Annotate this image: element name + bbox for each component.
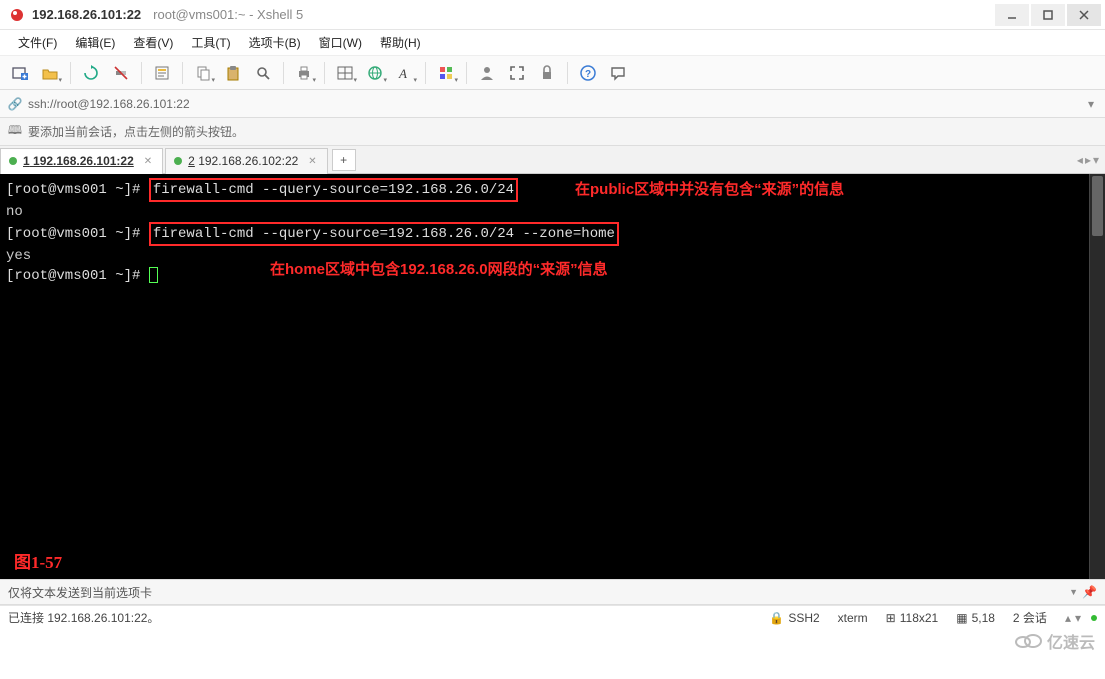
help-button[interactable]: ? <box>574 60 602 86</box>
status-dot-icon <box>9 157 17 165</box>
tabs-bar: 1 192.168.26.101:22 ✕ 2 192.168.26.102:2… <box>0 146 1105 174</box>
bookmark-icon[interactable]: 🕮 <box>6 121 24 142</box>
toolbar: A ? <box>0 56 1105 90</box>
reconnect-button[interactable] <box>77 60 105 86</box>
font-button[interactable]: A <box>391 60 419 86</box>
tab-session-2[interactable]: 2 192.168.26.102:22 ✕ <box>165 148 328 174</box>
watermark-text: 亿速云 <box>1047 629 1095 653</box>
dest-text: 仅将文本发送到当前选项卡 <box>8 584 152 601</box>
menu-file[interactable]: 文件(F) <box>10 31 65 54</box>
send-destination-bar: 仅将文本发送到当前选项卡 ▼ 📌 <box>0 579 1105 605</box>
figure-label: 图1-57 <box>14 548 62 573</box>
color-button[interactable] <box>432 60 460 86</box>
pin-icon[interactable]: 📌 <box>1082 585 1097 599</box>
close-icon[interactable]: ✕ <box>308 156 316 167</box>
separator-icon <box>70 62 71 84</box>
output-1: no <box>6 202 1083 222</box>
tab-list-icon[interactable]: ▾ <box>1093 153 1099 167</box>
status-bar: 已连接 192.168.26.101:22。 🔒 SSH2 xterm ⊞ 118x… <box>0 605 1105 629</box>
encoding-button[interactable] <box>361 60 389 86</box>
cursor-icon <box>149 267 158 283</box>
new-tab-button[interactable]: + <box>332 149 356 171</box>
title-sub: root@vms001:~ - Xshell 5 <box>153 7 303 22</box>
app-icon <box>8 6 26 24</box>
menu-tabs[interactable]: 选项卡(B) <box>241 31 309 54</box>
command-1: firewall-cmd --query-source=192.168.26.0… <box>149 178 518 202</box>
copy-button[interactable] <box>189 60 217 86</box>
close-button[interactable] <box>1067 4 1101 26</box>
minimize-button[interactable] <box>995 4 1029 26</box>
lock-icon: 🔒 <box>769 611 784 625</box>
properties-button[interactable] <box>148 60 176 86</box>
menu-edit[interactable]: 编辑(E) <box>67 31 123 54</box>
address-bar[interactable]: 🔗 ssh://root@192.168.26.101:22 ▾ <box>0 90 1105 118</box>
scrollbar-thumb[interactable] <box>1092 176 1103 236</box>
menubar: 文件(F) 编辑(E) 查看(V) 工具(T) 选项卡(B) 窗口(W) 帮助(… <box>0 30 1105 56</box>
tab-prev-icon[interactable]: ◂ <box>1077 153 1083 167</box>
separator-icon <box>324 62 325 84</box>
terminal-scrollbar[interactable] <box>1089 174 1105 579</box>
annotation-1: 在public区域中并没有包含“来源”的信息 <box>575 178 844 199</box>
status-size: 118x21 <box>900 611 938 625</box>
tab-session-1[interactable]: 1 192.168.26.101:22 ✕ <box>0 148 163 174</box>
layout-button[interactable] <box>331 60 359 86</box>
menu-view[interactable]: 查看(V) <box>125 31 181 54</box>
lock-button[interactable] <box>533 60 561 86</box>
menu-help[interactable]: 帮助(H) <box>372 31 429 54</box>
chevron-up-icon[interactable]: ▴ <box>1065 611 1071 625</box>
user-button[interactable] <box>473 60 501 86</box>
status-protocol: SSH2 <box>788 611 819 625</box>
tab2-prefix: 2 <box>188 154 195 168</box>
separator-icon <box>425 62 426 84</box>
menu-window[interactable]: 窗口(W) <box>311 31 370 54</box>
tab1-label: 192.168.26.101:22 <box>30 154 134 168</box>
terminal[interactable]: [root@vms001 ~]# firewall-cmd --query-so… <box>0 174 1105 579</box>
separator-icon <box>283 62 284 84</box>
separator-icon <box>182 62 183 84</box>
status-dot-icon <box>174 157 182 165</box>
disconnect-button[interactable] <box>107 60 135 86</box>
watermark: 亿速云 <box>1015 629 1095 653</box>
link-icon: 🔗 <box>6 97 24 111</box>
fullscreen-button[interactable] <box>503 60 531 86</box>
tab2-label: 192.168.26.102:22 <box>195 154 298 168</box>
find-button[interactable] <box>249 60 277 86</box>
feedback-button[interactable] <box>604 60 632 86</box>
address-text: ssh://root@192.168.26.101:22 <box>28 97 1083 111</box>
hint-bar: 🕮 要添加当前会话，点击左侧的箭头按钮。 <box>0 118 1105 146</box>
led-icon <box>1091 615 1097 621</box>
prompt: [root@vms001 ~]# <box>6 268 149 284</box>
prompt: [root@vms001 ~]# <box>6 226 149 242</box>
svg-text:A: A <box>398 66 407 81</box>
grid-icon: ⊞ <box>886 611 896 625</box>
hint-text: 要添加当前会话，点击左侧的箭头按钮。 <box>28 123 244 140</box>
separator-icon <box>567 62 568 84</box>
prompt: [root@vms001 ~]# <box>6 182 149 198</box>
svg-text:?: ? <box>585 69 591 80</box>
tab1-prefix: 1 <box>23 154 30 168</box>
new-session-button[interactable] <box>6 60 34 86</box>
open-button[interactable] <box>36 60 64 86</box>
print-button[interactable] <box>290 60 318 86</box>
titlebar: 192.168.26.101:22 root@vms001:~ - Xshell… <box>0 0 1105 30</box>
menu-tools[interactable]: 工具(T) <box>183 31 238 54</box>
chevron-down-icon[interactable]: ▾ <box>1083 97 1099 111</box>
separator-icon <box>466 62 467 84</box>
position-icon: ▦ <box>956 611 967 625</box>
paste-button[interactable] <box>219 60 247 86</box>
command-2: firewall-cmd --query-source=192.168.26.0… <box>149 222 619 246</box>
title-main: 192.168.26.101:22 <box>32 7 141 22</box>
annotation-2: 在home区域中包含192.168.26.0网段的“来源”信息 <box>270 258 608 279</box>
status-connection: 已连接 192.168.26.101:22。 <box>8 609 159 626</box>
status-sessions: 2 会话 <box>1013 609 1047 626</box>
separator-icon <box>141 62 142 84</box>
chevron-down-icon[interactable]: ▾ <box>1075 611 1081 625</box>
maximize-button[interactable] <box>1031 4 1065 26</box>
tab-next-icon[interactable]: ▸ <box>1085 153 1091 167</box>
status-pos: 5,18 <box>972 611 995 625</box>
chevron-down-icon[interactable]: ▼ <box>1069 587 1078 597</box>
close-icon[interactable]: ✕ <box>144 156 152 167</box>
status-term: xterm <box>838 611 868 625</box>
